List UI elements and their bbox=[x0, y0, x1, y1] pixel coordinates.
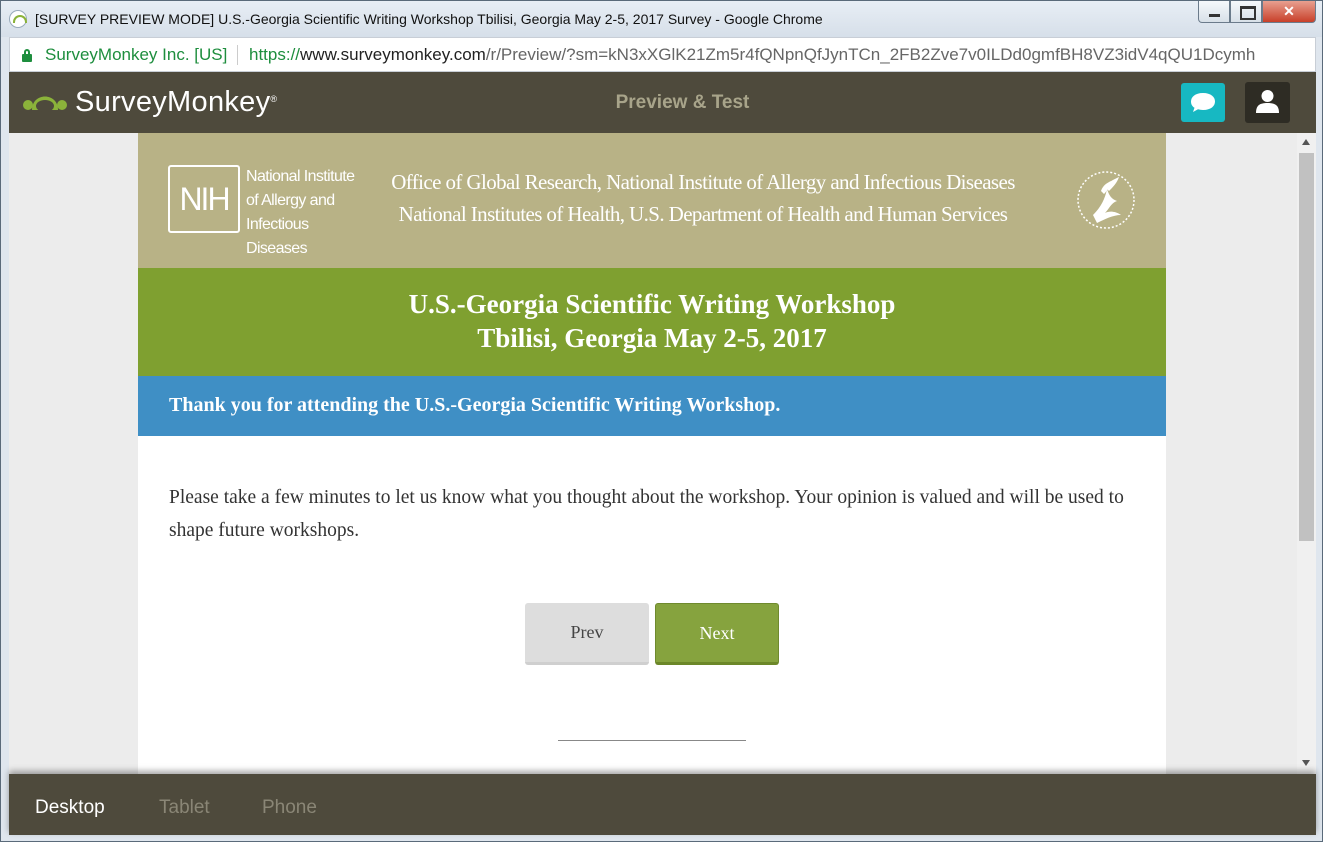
surveymonkey-header: SurveyMonkey® Preview & Test bbox=[9, 72, 1316, 133]
browser-window: [SURVEY PREVIEW MODE] U.S.-Georgia Scien… bbox=[0, 0, 1323, 842]
close-button[interactable] bbox=[1262, 1, 1316, 23]
address-bar[interactable]: SurveyMonkey Inc. [US] https://www.surve… bbox=[9, 37, 1316, 72]
site-identity[interactable]: SurveyMonkey Inc. [US] bbox=[45, 45, 227, 65]
window-title: [SURVEY PREVIEW MODE] U.S.-Georgia Scien… bbox=[35, 11, 823, 27]
url-host: www.surveymonkey.com bbox=[300, 45, 486, 64]
user-icon bbox=[1256, 90, 1279, 113]
feedback-button[interactable] bbox=[1181, 83, 1225, 122]
url-scheme: https:// bbox=[249, 45, 301, 64]
nih-logo: NIH bbox=[168, 165, 240, 233]
tab-tablet[interactable]: Tablet bbox=[159, 797, 210, 819]
tab-phone[interactable]: Phone bbox=[262, 797, 317, 819]
thank-you-banner: Thank you for attending the U.S.-Georgia… bbox=[138, 376, 1166, 436]
scroll-up-arrow-icon[interactable] bbox=[1302, 139, 1310, 145]
footer-divider bbox=[558, 740, 746, 741]
vertical-scrollbar[interactable] bbox=[1297, 133, 1316, 774]
survey-preview-viewport: NIH National Institute of Allergy and In… bbox=[9, 133, 1316, 774]
scroll-down-arrow-icon[interactable] bbox=[1302, 760, 1310, 766]
window-controls bbox=[1198, 1, 1316, 23]
title-bar: [SURVEY PREVIEW MODE] U.S.-Georgia Scien… bbox=[1, 1, 1322, 37]
prev-button[interactable]: Prev bbox=[525, 603, 649, 665]
tab-desktop[interactable]: Desktop bbox=[35, 797, 105, 819]
address-separator bbox=[237, 45, 238, 65]
office-line-1: Office of Global Research, National Inst… bbox=[391, 170, 1015, 194]
lock-icon[interactable] bbox=[22, 49, 32, 62]
url-text[interactable]: https://www.surveymonkey.com/r/Preview/?… bbox=[249, 45, 1255, 65]
speech-bubble-icon bbox=[1191, 93, 1215, 112]
hhs-seal-icon bbox=[1077, 171, 1135, 229]
next-button[interactable]: Next bbox=[655, 603, 779, 665]
office-of-global-research: Office of Global Research, National Inst… bbox=[378, 166, 1028, 230]
scrollbar-thumb[interactable] bbox=[1299, 153, 1314, 541]
survey-title-line-1: U.S.-Georgia Scientific Writing Workshop bbox=[408, 289, 896, 319]
nih-header-banner: NIH National Institute of Allergy and In… bbox=[138, 133, 1166, 268]
niaid-name: National Institute of Allergy and Infect… bbox=[246, 168, 355, 257]
survey-page: NIH National Institute of Allergy and In… bbox=[138, 133, 1166, 774]
minimize-button[interactable] bbox=[1198, 1, 1230, 23]
intro-text: Please take a few minutes to let us know… bbox=[169, 487, 1124, 541]
preview-test-label: Preview & Test bbox=[615, 92, 750, 113]
maximize-button[interactable] bbox=[1230, 1, 1262, 23]
survey-title-banner: U.S.-Georgia Scientific Writing Workshop… bbox=[138, 268, 1166, 376]
survey-title-line-2: Tbilisi, Georgia May 2-5, 2017 bbox=[477, 323, 827, 353]
account-button[interactable] bbox=[1245, 82, 1290, 123]
device-preview-bar: Desktop Tablet Phone bbox=[9, 774, 1316, 835]
nih-logo-text: NIH bbox=[179, 181, 230, 217]
office-line-2: National Institutes of Health, U.S. Depa… bbox=[398, 202, 1008, 226]
url-path: /r/Preview/?sm=kN3xXGlK21Zm5r4fQNpnQfJyn… bbox=[485, 45, 1256, 64]
surveymonkey-favicon-icon bbox=[9, 10, 27, 28]
